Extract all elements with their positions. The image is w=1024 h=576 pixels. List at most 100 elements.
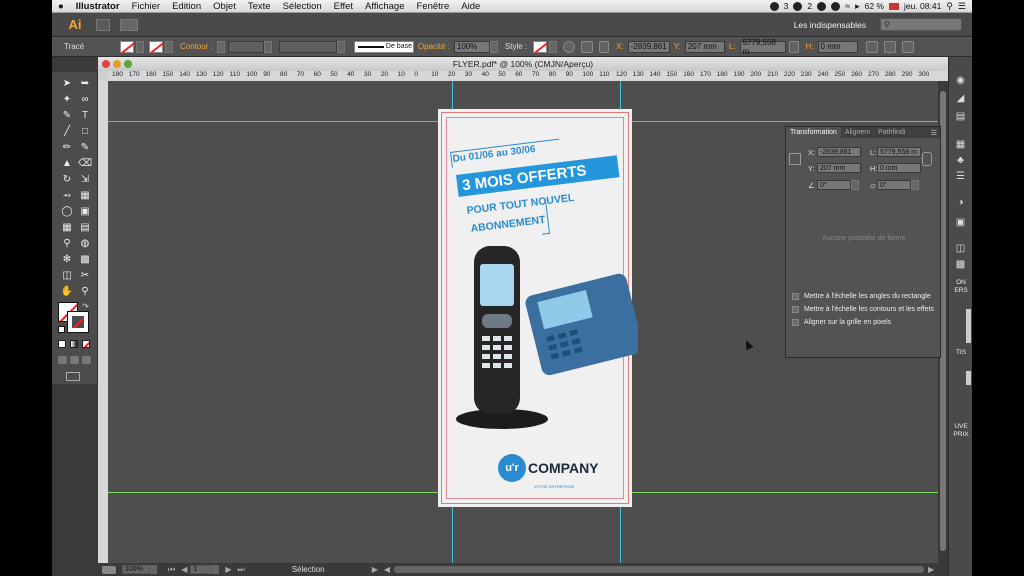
dock-scrollbar-2[interactable] xyxy=(966,371,971,385)
y-field[interactable]: 207 mm xyxy=(684,40,725,53)
transform-shear-field[interactable]: 0° xyxy=(877,180,911,190)
menu-texte[interactable]: Texte xyxy=(242,1,277,12)
h-field[interactable]: 0 mm xyxy=(817,40,858,53)
gradient-tool-icon[interactable]: ▤ xyxy=(78,222,92,234)
current-tool-status[interactable]: Sélection xyxy=(292,565,372,574)
eyedropper-tool-icon[interactable]: ⚲ xyxy=(60,238,74,250)
w-label[interactable]: L: xyxy=(725,42,740,51)
ruler-origin[interactable] xyxy=(98,71,108,81)
menu-fenetre[interactable]: Fenêtre xyxy=(411,1,456,12)
rotate-tool-icon[interactable]: ↻ xyxy=(60,174,74,186)
graphic-style-swatch[interactable] xyxy=(533,40,548,53)
graphic-style-dropdown[interactable] xyxy=(549,40,558,53)
zoom-window-icon[interactable] xyxy=(124,60,132,68)
volume-icon[interactable]: ▸ xyxy=(855,1,860,12)
mesh-tool-icon[interactable]: ▦ xyxy=(60,222,74,234)
layers-panel-icon[interactable]: ◫ xyxy=(954,243,967,254)
x-field[interactable]: -2839,861 xyxy=(627,40,670,53)
spotlight-icon[interactable]: ⚲ xyxy=(946,1,953,12)
stroke-style-picker[interactable]: De base xyxy=(353,40,414,53)
artboard-dropdown[interactable] xyxy=(212,565,220,574)
tray-count-1[interactable]: 3 xyxy=(784,1,789,11)
tab-alignement[interactable]: Alignem xyxy=(841,129,874,136)
status-icon[interactable] xyxy=(102,565,116,574)
checkbox-pixel-grid[interactable] xyxy=(792,319,799,326)
search-field[interactable]: ⚲ xyxy=(880,18,962,31)
stroke-color-box[interactable] xyxy=(67,311,89,333)
horizontal-ruler[interactable]: 180 170 160 150 140 130 120 110 100 90 80 70 60 50 40 3… xyxy=(108,71,948,81)
tray-count-2[interactable]: 2 xyxy=(807,1,812,11)
tab-pathfinder[interactable]: Pathfindi xyxy=(874,129,909,136)
stroke-dropdown[interactable] xyxy=(165,40,173,53)
checkbox-scale-strokes[interactable] xyxy=(792,306,799,313)
graph-tool-icon[interactable]: ▩ xyxy=(78,254,92,266)
artboards-panel-icon[interactable]: ▩ xyxy=(954,259,967,270)
flag-icon[interactable] xyxy=(888,2,899,10)
option-pixel-grid[interactable]: Aligner sur la grille en pixels xyxy=(792,319,891,326)
dock-scrollbar[interactable] xyxy=(966,309,971,343)
hscroll-right-icon[interactable]: ▶ xyxy=(928,565,934,574)
type-tool-icon[interactable]: T xyxy=(78,110,92,122)
draw-normal-icon[interactable] xyxy=(58,356,67,364)
menu-selection[interactable]: Sélection xyxy=(277,1,328,12)
stroke-panel-icon[interactable]: ☰ xyxy=(954,171,967,182)
swap-colors-icon[interactable]: ↷ xyxy=(82,302,89,311)
battery-level[interactable]: 62 % xyxy=(865,1,884,11)
menu-edition[interactable]: Edition xyxy=(166,1,207,12)
align-icon[interactable] xyxy=(581,40,594,53)
zoom-tool-icon[interactable]: ⚲ xyxy=(78,286,92,298)
none-mode-icon[interactable] xyxy=(82,340,90,348)
lasso-tool-icon[interactable]: ∞ xyxy=(78,94,92,106)
transform-y-field[interactable]: 207 mm xyxy=(817,163,861,173)
stroke-weight-dropdown[interactable] xyxy=(263,40,272,53)
shape-builder-tool-icon[interactable]: ◯ xyxy=(60,206,74,218)
paintbrush-tool-icon[interactable]: ✏ xyxy=(60,142,74,154)
panel-menu-icon[interactable]: ☰ xyxy=(931,129,940,137)
artboard-tool-icon[interactable]: ◫ xyxy=(60,270,74,282)
panel-menu-icon[interactable] xyxy=(901,40,914,53)
first-artboard-icon[interactable]: ⏮ xyxy=(168,565,175,575)
transform-x-field[interactable]: -2839,861 xyxy=(817,147,861,157)
gradient-mode-icon[interactable] xyxy=(70,340,78,348)
transparency-panel-icon[interactable]: ▣ xyxy=(954,217,967,228)
menu-effet[interactable]: Effet xyxy=(328,1,359,12)
transform-icon[interactable] xyxy=(865,40,878,53)
fill-swatch[interactable] xyxy=(120,40,134,53)
variable-width-field[interactable] xyxy=(278,40,337,53)
width-tool-icon[interactable]: ⥇ xyxy=(60,190,74,202)
bluetooth-icon[interactable] xyxy=(831,1,841,11)
reference-point-icon[interactable] xyxy=(599,40,610,53)
opacity-dropdown[interactable] xyxy=(489,40,498,53)
document-title-bar[interactable]: FLYER.pdf* @ 100% (CMJN/Aperçu) xyxy=(98,57,948,71)
menu-fichier[interactable]: Fichier xyxy=(126,1,167,12)
blob-brush-tool-icon[interactable]: ▲ xyxy=(60,158,74,170)
color-mode-icon[interactable] xyxy=(58,340,66,348)
opacity-label[interactable]: Opacité : xyxy=(414,42,454,51)
stroke-swatch[interactable] xyxy=(149,40,163,53)
company-logo[interactable]: u'r COMPANY xyxy=(498,454,599,482)
flyer-artboard[interactable]: Du 01/06 au 30/06 3 MOIS OFFERTS POUR TO… xyxy=(438,109,638,507)
direct-selection-tool-icon[interactable]: ➥ xyxy=(78,78,92,90)
scale-tool-icon[interactable]: ⇲ xyxy=(78,174,92,186)
symbols-icon[interactable]: ♣ xyxy=(954,155,967,166)
gradient-panel-icon[interactable]: ◑ xyxy=(954,197,967,208)
color-guide-icon[interactable]: ◢ xyxy=(954,93,967,104)
clock-icon[interactable] xyxy=(817,1,827,11)
default-colors-icon[interactable] xyxy=(58,326,65,333)
stroke-weight-field[interactable] xyxy=(227,40,264,53)
checkbox-scale-corners[interactable] xyxy=(792,293,799,300)
free-transform-tool-icon[interactable]: ▦ xyxy=(78,190,92,202)
w-field[interactable]: 5779,558 m xyxy=(739,38,786,56)
phone-product-image[interactable] xyxy=(452,244,638,434)
swatches-icon[interactable]: ▤ xyxy=(954,111,967,122)
transform-h-field[interactable]: 0 mm xyxy=(877,163,921,173)
constrain-proportions-icon[interactable] xyxy=(788,40,799,53)
eraser-tool-icon[interactable]: ⌫ xyxy=(78,158,92,170)
h-label[interactable]: H: xyxy=(802,42,818,51)
status-menu-icon[interactable]: ▶ xyxy=(372,565,378,574)
contour-label[interactable]: Contour : xyxy=(176,42,217,51)
magic-wand-tool-icon[interactable]: ✦ xyxy=(60,94,74,106)
tab-transformation[interactable]: Transformation xyxy=(786,127,841,138)
blend-tool-icon[interactable]: ◍ xyxy=(78,238,92,250)
x-label[interactable]: X: xyxy=(612,42,628,51)
